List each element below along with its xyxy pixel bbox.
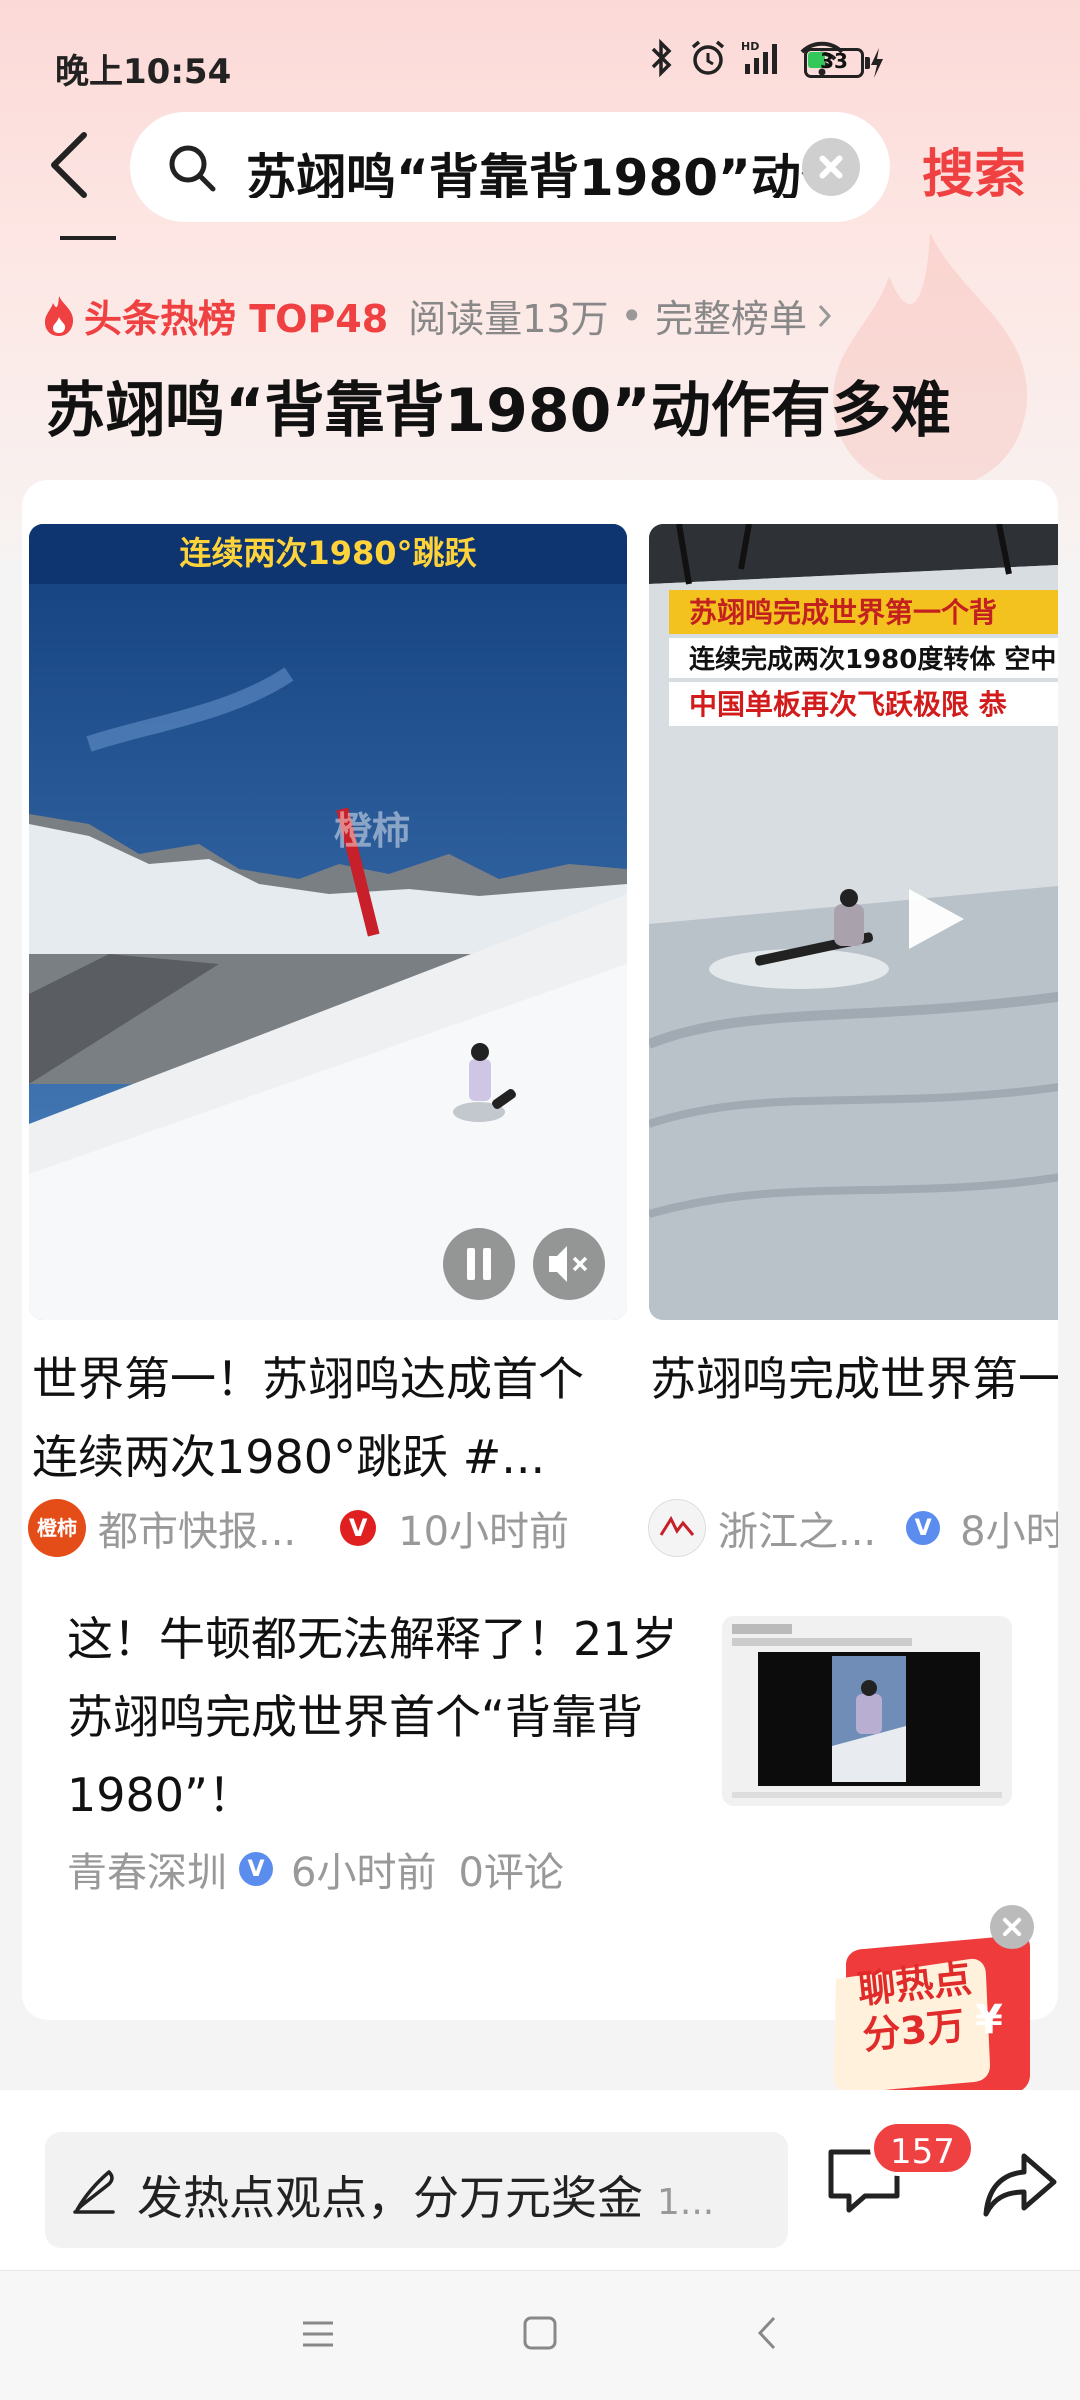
- back-underline: [60, 236, 116, 240]
- clear-search-button[interactable]: [802, 138, 860, 196]
- yen-icon: ¥: [975, 1997, 1003, 2043]
- back-button[interactable]: [42, 125, 102, 205]
- fire-icon: [45, 295, 74, 336]
- pen-icon: [73, 2170, 115, 2214]
- share-icon[interactable]: [982, 2150, 1058, 2220]
- search-icon: [169, 145, 216, 192]
- watermark-text: 橙柿: [334, 809, 410, 853]
- article-time: 6小时前: [291, 1850, 437, 1896]
- video-2-title[interactable]: 苏翊鸣完成世界第一个背靠背1980，连续完: [650, 1340, 1058, 1418]
- hot-rank-line[interactable]: 头条热榜 TOP48 阅读量13万 • 完整榜单: [42, 288, 833, 343]
- article-source[interactable]: 青春深圳: [67, 1840, 227, 1898]
- comment-placeholder-text: 发热点观点，分万元奖金: [137, 2171, 643, 2225]
- search-button[interactable]: 搜索: [922, 132, 1026, 207]
- video-2-time: 8小时: [960, 1509, 1058, 1555]
- bluetooth-icon: [651, 38, 672, 78]
- verified-blue-icon: V: [906, 1511, 941, 1545]
- publisher-logo-icon: [659, 1515, 695, 1536]
- status-bar: 晚上10:54 HD 33: [0, 0, 1080, 120]
- video-2-caption-line-2: 连续完成两次1980度转体 空中: [689, 644, 1056, 675]
- hot-rank-label: 头条热榜 TOP48: [84, 297, 389, 341]
- battery-level: 33: [820, 49, 848, 73]
- content-card: 橙柿 连续两次1980°跳跃 苏翊鸣完成世界第一个背 连续完成两次1980度转体…: [22, 480, 1058, 2020]
- chevron-right-icon: [818, 304, 832, 327]
- thumbnail-image: [722, 1616, 1012, 1806]
- video-2-caption-line-1: 苏翊鸣完成世界第一个背: [689, 596, 997, 629]
- avatar[interactable]: [648, 1499, 706, 1557]
- video-1-caption: 连续两次1980°跳跃: [179, 534, 477, 572]
- status-time: 晚上10:54: [55, 52, 232, 92]
- video-player-2[interactable]: 苏翊鸣完成世界第一个背 连续完成两次1980度转体 空中 中国单板再次飞跃极限 …: [649, 524, 1058, 1320]
- mute-button[interactable]: [533, 1228, 605, 1300]
- page-title: 苏翊鸣“背靠背1980”动作有多难: [45, 376, 951, 446]
- hd-signal-icon: HD: [741, 40, 777, 74]
- charging-icon: [871, 48, 883, 78]
- video-1-source[interactable]: 都市快报...: [98, 1499, 296, 1557]
- video-2-source[interactable]: 浙江之...: [718, 1499, 876, 1557]
- comment-placeholder-more: 1...: [657, 2182, 715, 2223]
- avatar[interactable]: 橙柿: [28, 1499, 86, 1557]
- battery-icon: 33: [804, 48, 870, 78]
- video-1-time: 10小时前: [398, 1509, 570, 1555]
- video-1-meta: 橙柿 都市快报... V 10小时前: [28, 1498, 569, 1558]
- article-title[interactable]: 这！牛顿都无法解释了！21岁苏翊鸣完成世界首个“背靠背1980”！: [67, 1600, 707, 1834]
- pause-button[interactable]: [443, 1228, 515, 1300]
- verified-red-icon: V: [340, 1510, 377, 1546]
- hot-topic-reward-badge[interactable]: 聊热点 分3万 ¥: [830, 1905, 1040, 2105]
- comment-input[interactable]: 发热点观点，分万元奖金 1...: [45, 2132, 788, 2248]
- promo-text: 聊热点 分3万: [856, 1955, 979, 2058]
- video-2-meta: 浙江之... V 8小时: [648, 1498, 1058, 1558]
- menu-icon[interactable]: [300, 2316, 336, 2352]
- video-1-title[interactable]: 世界第一！苏翊鸣达成首个连续两次1980°跳跃 #...: [32, 1340, 612, 1496]
- read-count: 阅读量13万: [408, 297, 609, 341]
- flame-decoration-icon: [833, 232, 1027, 490]
- search-input[interactable]: 苏翊鸣“背靠背1980”动作有多难: [246, 138, 806, 198]
- full-list-link[interactable]: 完整榜单: [655, 288, 807, 343]
- article-meta: 青春深圳 V 6小时前 0评论: [67, 1840, 564, 1898]
- video-2-caption-line-3: 中国单板再次飞跃极限 恭: [689, 688, 1008, 721]
- svg-text:HD: HD: [741, 40, 759, 53]
- alarm-icon: [691, 40, 725, 75]
- nav-back-icon[interactable]: [752, 2313, 782, 2353]
- search-box[interactable]: 苏翊鸣“背靠背1980”动作有多难: [130, 112, 890, 222]
- video-frame-snowboard-halfpipe: 橙柿 连续两次1980°跳跃: [29, 524, 627, 1320]
- verified-blue-icon: V: [239, 1852, 273, 1886]
- article-thumbnail[interactable]: [722, 1616, 1012, 1806]
- bottom-action-bar: 发热点观点，分万元奖金 1... 157: [0, 2090, 1080, 2270]
- system-navigation-bar: [0, 2270, 1080, 2400]
- close-promo-button[interactable]: [990, 1905, 1034, 1949]
- article-comments: 0评论: [458, 1850, 564, 1896]
- home-icon[interactable]: [520, 2313, 560, 2353]
- comment-count-badge: 157: [870, 2120, 975, 2176]
- separator-dot: •: [620, 293, 643, 338]
- video-player-1[interactable]: 橙柿 连续两次1980°跳跃: [29, 524, 627, 1320]
- video-frame-snowboard-slope: 苏翊鸣完成世界第一个背 连续完成两次1980度转体 空中 中国单板再次飞跃极限 …: [649, 524, 1058, 1320]
- comment-placeholder: 发热点观点，分万元奖金 1...: [137, 2162, 714, 2228]
